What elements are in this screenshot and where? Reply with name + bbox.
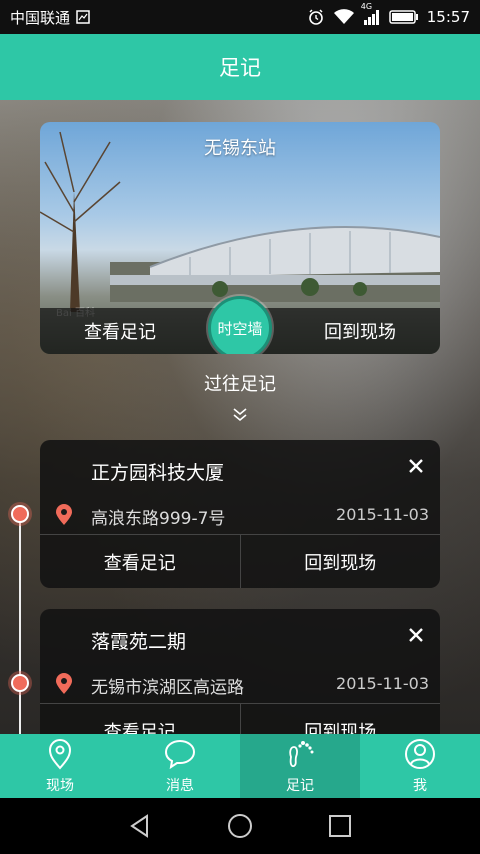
timeline-marker (11, 674, 29, 692)
close-icon[interactable] (406, 625, 426, 645)
time-wall-button[interactable]: 时空墙 (208, 296, 272, 354)
record-date: 2015-11-03 (336, 505, 429, 524)
record-actions: 查看足记 回到现场 (40, 534, 440, 588)
tab-label: 足记 (286, 778, 314, 794)
record-date: 2015-11-03 (336, 674, 429, 693)
app-header: 足记 (0, 34, 480, 100)
record-name: 落霞苑二期 (91, 631, 187, 653)
image-icon (76, 10, 90, 24)
tab-label: 消息 (166, 778, 194, 794)
system-nav-bar (0, 798, 480, 854)
bottom-tab-bar: 现场 消息 足记 我 (0, 734, 480, 798)
status-bar: 中国联通 4G 15:57 (0, 0, 480, 34)
back-icon[interactable] (127, 813, 153, 839)
tab-footprints[interactable]: 足记 (240, 734, 360, 798)
tab-messages[interactable]: 消息 (120, 734, 240, 798)
location-pin-icon (48, 739, 72, 770)
location-pin-icon (56, 673, 72, 694)
wifi-icon (333, 9, 354, 24)
chat-bubble-icon (164, 739, 196, 770)
user-icon (405, 739, 435, 769)
page-title: 足记 (219, 56, 261, 80)
clock-time: 15:57 (426, 8, 470, 26)
hero-title: 无锡东站 (204, 138, 276, 159)
tab-label: 我 (413, 778, 427, 794)
network-type: 4G (360, 2, 373, 11)
timeline-line (19, 514, 21, 734)
location-pin-icon (56, 504, 72, 525)
hero-card[interactable]: 无锡东站 Bai 百科 查看足记 回到现场 时空墙 (40, 122, 440, 354)
record-address: 无锡市滨湖区高运路 (91, 678, 244, 698)
record-address: 高浪东路999-7号 (91, 509, 226, 529)
recent-apps-icon[interactable] (327, 813, 353, 839)
station-image (110, 226, 440, 302)
past-records-heading: 过往足记 (204, 374, 276, 395)
return-to-scene-button[interactable]: 回到现场 (239, 535, 441, 588)
record-card: 正方园科技大厦 高浪东路999-7号 2015-11-03 查看足记 回到现场 (40, 440, 440, 588)
tab-label: 现场 (46, 778, 74, 794)
alarm-icon (308, 9, 323, 25)
home-icon[interactable] (227, 813, 253, 839)
battery-icon (389, 10, 418, 24)
double-chevron-down-icon[interactable] (232, 406, 248, 424)
carrier-name: 中国联通 (10, 8, 71, 27)
hero-view-record-button[interactable]: 查看足记 (40, 318, 200, 344)
close-icon[interactable] (406, 456, 426, 476)
tab-me[interactable]: 我 (360, 734, 480, 798)
view-record-button[interactable]: 查看足记 (40, 535, 240, 588)
tab-scene[interactable]: 现场 (0, 734, 120, 798)
footprint-icon (289, 741, 314, 768)
record-name: 正方园科技大厦 (91, 462, 225, 484)
hero-return-button[interactable]: 回到现场 (280, 318, 440, 344)
timeline-marker (11, 505, 29, 523)
